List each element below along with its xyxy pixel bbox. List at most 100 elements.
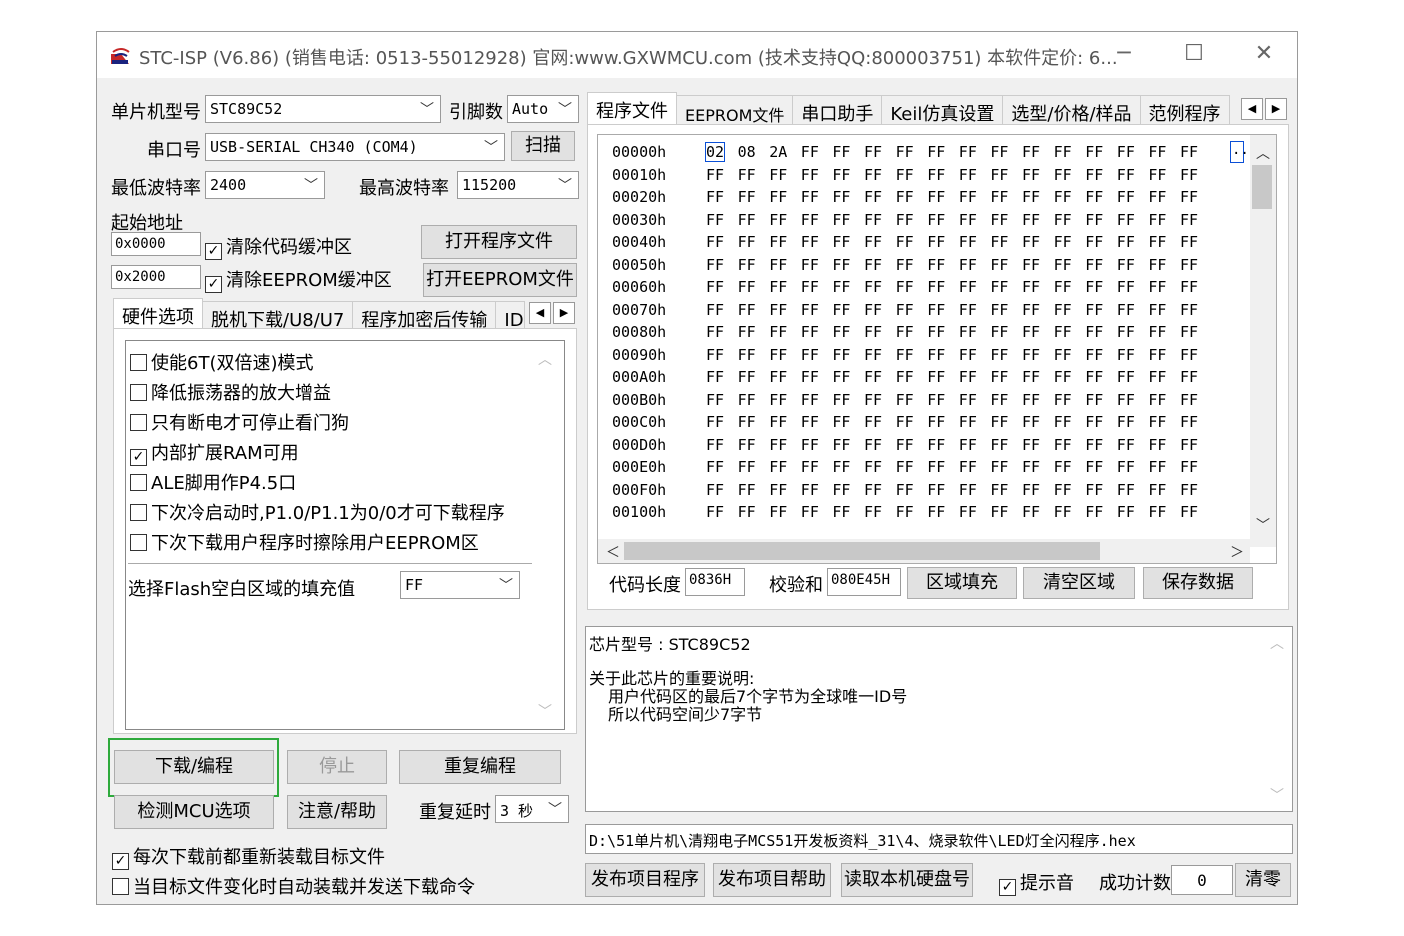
max-baud-select[interactable]: 115200 ﹀ (457, 171, 579, 199)
hex-byte[interactable]: FF (1022, 188, 1040, 206)
hex-byte[interactable]: FF (1022, 278, 1040, 296)
pin-count-select[interactable]: Auto ﹀ (507, 95, 579, 123)
close-button[interactable]: ✕ (1229, 32, 1299, 78)
hex-byte[interactable]: FF (738, 436, 756, 454)
mcu-type-select[interactable]: STC89C52 ﹀ (205, 95, 441, 123)
hex-byte[interactable]: FF (927, 323, 945, 341)
hex-byte[interactable]: FF (706, 211, 724, 229)
hex-byte[interactable]: FF (1085, 278, 1103, 296)
hex-byte[interactable]: FF (1148, 458, 1166, 476)
hex-byte[interactable]: FF (1054, 481, 1072, 499)
hex-byte[interactable]: FF (1022, 256, 1040, 274)
hex-byte[interactable]: FF (1022, 503, 1040, 521)
flash-fill-select[interactable]: FF ﹀ (400, 571, 520, 599)
hex-byte[interactable]: FF (1180, 481, 1198, 499)
hex-byte[interactable]: FF (832, 391, 850, 409)
hex-byte[interactable]: FF (801, 413, 819, 431)
hex-byte[interactable]: FF (896, 346, 914, 364)
hex-byte[interactable]: FF (706, 188, 724, 206)
hex-byte[interactable]: FF (769, 278, 787, 296)
hex-byte[interactable]: FF (1054, 188, 1072, 206)
hex-byte[interactable]: FF (864, 143, 882, 161)
hex-byte[interactable]: FF (896, 368, 914, 386)
scroll-up-icon[interactable]: ︿ (538, 349, 552, 369)
hex-byte[interactable]: FF (832, 278, 850, 296)
minimize-button[interactable]: ─ (1089, 32, 1159, 78)
hex-byte[interactable]: FF (1180, 346, 1198, 364)
hex-byte[interactable]: FF (769, 211, 787, 229)
hex-byte[interactable]: FF (864, 233, 882, 251)
hex-byte[interactable]: FF (738, 256, 756, 274)
hex-byte[interactable]: FF (1054, 346, 1072, 364)
hex-byte[interactable]: FF (738, 368, 756, 386)
hex-byte[interactable]: FF (990, 503, 1008, 521)
hex-byte[interactable]: FF (896, 166, 914, 184)
hex-byte[interactable]: FF (832, 413, 850, 431)
hex-byte[interactable]: FF (927, 346, 945, 364)
hex-byte[interactable]: FF (706, 391, 724, 409)
hex-byte[interactable]: FF (1117, 211, 1135, 229)
clear-region-button[interactable]: 清空区域 (1023, 567, 1135, 599)
hex-byte[interactable]: FF (738, 233, 756, 251)
hex-byte[interactable]: FF (1148, 278, 1166, 296)
serial-port-select[interactable]: USB-SERIAL CH340 (COM4) ﹀ (205, 133, 505, 161)
hex-byte[interactable]: FF (864, 346, 882, 364)
save-data-button[interactable]: 保存数据 (1143, 567, 1253, 599)
hex-byte[interactable]: FF (1085, 413, 1103, 431)
hex-byte[interactable]: FF (801, 188, 819, 206)
beep-checkbox[interactable]: ✓ 提示音 (999, 869, 1074, 896)
hex-byte[interactable]: 02 (704, 142, 726, 162)
hex-byte[interactable]: FF (1180, 278, 1198, 296)
hex-byte[interactable]: FF (801, 391, 819, 409)
hex-byte[interactable]: FF (1117, 413, 1135, 431)
hex-byte[interactable]: FF (1085, 503, 1103, 521)
hex-byte[interactable]: FF (959, 436, 977, 454)
hex-byte[interactable]: FF (990, 413, 1008, 431)
hex-byte[interactable]: FF (959, 278, 977, 296)
open-eeprom-file-button[interactable]: 打开EEPROM文件 (423, 263, 577, 297)
hex-byte[interactable]: FF (927, 503, 945, 521)
hex-byte[interactable]: FF (896, 503, 914, 521)
scroll-left-icon[interactable]: ＜ (606, 542, 620, 562)
check-mcu-options-button[interactable]: 检测MCU选项 (114, 795, 274, 829)
hex-byte[interactable]: FF (1085, 458, 1103, 476)
hex-byte[interactable]: FF (1117, 166, 1135, 184)
hex-byte[interactable]: FF (927, 413, 945, 431)
hex-byte[interactable]: FF (1022, 346, 1040, 364)
hex-byte[interactable]: FF (1085, 256, 1103, 274)
hex-byte[interactable]: FF (1085, 233, 1103, 251)
hex-byte[interactable]: FF (927, 436, 945, 454)
hex-byte[interactable]: FF (990, 458, 1008, 476)
hex-byte[interactable]: FF (1054, 391, 1072, 409)
hex-byte[interactable]: FF (990, 323, 1008, 341)
hex-byte[interactable]: FF (1054, 301, 1072, 319)
hex-byte[interactable]: FF (706, 256, 724, 274)
hex-byte[interactable]: FF (927, 233, 945, 251)
hex-byte[interactable]: FF (738, 481, 756, 499)
hex-byte[interactable]: FF (706, 458, 724, 476)
scroll-up-icon[interactable]: ︿ (1256, 143, 1270, 163)
hex-byte[interactable]: FF (990, 436, 1008, 454)
scroll-thumb[interactable] (1252, 165, 1272, 209)
hex-byte[interactable]: FF (1054, 323, 1072, 341)
hex-byte[interactable]: FF (1022, 413, 1040, 431)
scroll-down-icon[interactable]: ﹀ (1270, 785, 1284, 805)
hex-byte[interactable]: FF (927, 143, 945, 161)
fill-region-button[interactable]: 区域填充 (907, 567, 1017, 599)
hex-byte[interactable]: FF (896, 143, 914, 161)
hex-byte[interactable]: FF (990, 368, 1008, 386)
hex-byte[interactable]: FF (927, 368, 945, 386)
hex-byte[interactable]: FF (864, 458, 882, 476)
hex-byte[interactable]: FF (896, 256, 914, 274)
hex-byte[interactable]: FF (769, 166, 787, 184)
hex-byte[interactable]: FF (990, 391, 1008, 409)
hex-byte[interactable]: FF (1148, 233, 1166, 251)
hex-byte[interactable]: FF (1117, 436, 1135, 454)
hex-byte[interactable]: FF (959, 233, 977, 251)
hex-byte[interactable]: FF (927, 278, 945, 296)
hex-byte[interactable]: FF (769, 233, 787, 251)
hex-byte[interactable]: FF (1085, 143, 1103, 161)
hex-byte[interactable]: FF (959, 143, 977, 161)
auto-load-checkbox[interactable]: 当目标文件变化时自动装载并发送下载命令 (112, 873, 475, 899)
hex-byte[interactable]: FF (1180, 211, 1198, 229)
